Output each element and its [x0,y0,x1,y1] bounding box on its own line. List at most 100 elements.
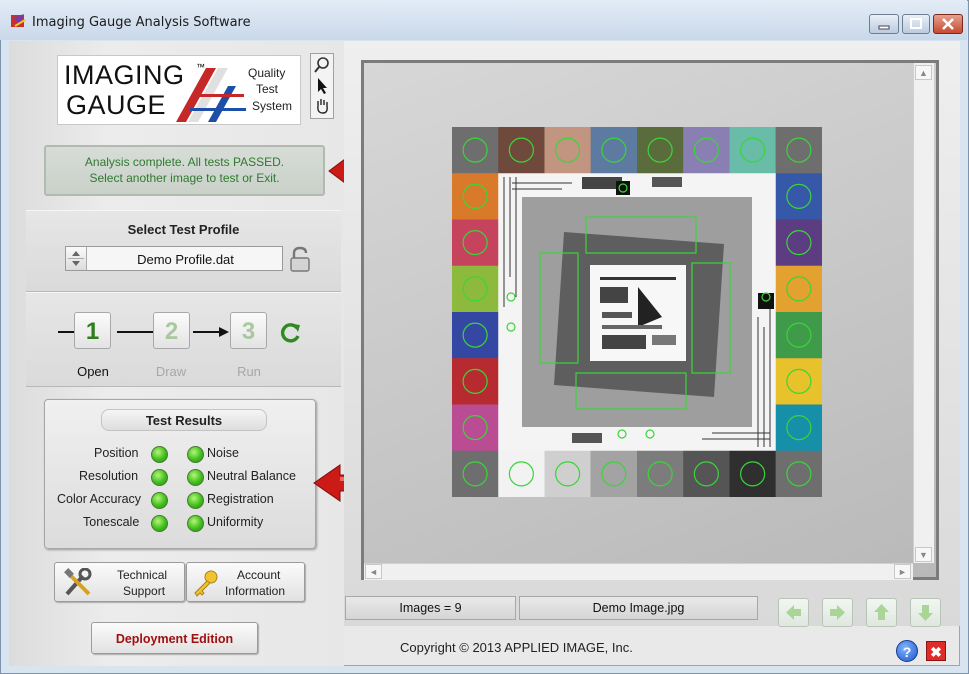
step-3-label: Run [237,364,261,379]
patch-top-2 [544,127,591,174]
move-up-button[interactable] [866,598,897,627]
patch-bottom-4 [637,450,684,497]
test-results-title: Test Results [101,409,267,431]
logo-stripes-icon [176,68,246,122]
scroll-up-button[interactable]: ▲ [915,65,932,80]
select-test-profile-title: Select Test Profile [127,222,240,237]
spinner-arrows-icon [68,251,84,266]
tool-strip [310,53,334,119]
patch-right-0 [775,173,822,220]
patch-bottom-3 [590,450,637,497]
result-registration-label: Registration [207,492,274,506]
close-button[interactable] [933,14,963,34]
logo-text-gauge: GAUGE [66,90,167,120]
tech-support-line2: Support [123,584,166,598]
tech-support-line1: Technical [117,568,168,582]
result-resolution-label: Resolution [79,469,139,483]
refresh-icon[interactable] [280,322,302,344]
exit-button[interactable]: ✖ [926,641,946,661]
image-count: Images = 9 [345,596,516,620]
step-1-label: Open [77,364,109,379]
patch-bottom-0 [452,450,499,497]
technical-support-button[interactable]: Technical Support [54,562,185,602]
scroll-right-button[interactable]: ► [894,564,911,579]
patch-top-5 [683,127,730,174]
horizontal-scrollbar[interactable]: ◄ ► [364,563,913,580]
result-uniformity-label: Uniformity [207,515,264,529]
vertical-scrollbar[interactable]: ▲ ▼ [913,63,934,563]
result-color-accuracy-label: Color Accuracy [57,492,142,506]
status-line-1: Analysis complete. All tests PASSED. [84,155,285,169]
minimize-button[interactable] [869,14,899,34]
account-line1: Account [237,568,281,582]
patch-right-3 [775,312,822,359]
arrow-down-icon [918,605,933,621]
minimize-icon [878,25,890,30]
status-line-2: Select another image to test or Exit. [89,171,280,185]
patch-left-4 [452,358,499,405]
previous-image-button[interactable] [778,598,809,627]
step-3-run-button[interactable]: 3 [230,312,267,349]
result-resolution-led [151,469,168,486]
patch-right-1 [775,219,822,266]
result-uniformity-led [187,515,204,532]
profile-selector[interactable]: Demo Profile.dat [65,246,283,271]
patch-right-4 [775,358,822,405]
magnifier-icon[interactable] [314,56,330,74]
arrow-right-icon [830,605,845,620]
patch-bottom-2 [544,450,591,497]
key-icon [194,570,218,597]
patch-left-5 [452,404,499,451]
patch-top-0 [452,127,499,174]
app-logo-icon [11,14,26,27]
hand-icon[interactable] [314,97,330,115]
patch-left-0 [452,173,499,220]
analysis-status-message: Analysis complete. All tests PASSED. Sel… [44,145,325,196]
patch-top-6 [729,127,776,174]
lock-icon[interactable] [289,246,311,274]
patch-top-4 [637,127,684,174]
patch-left-1 [452,219,499,266]
profile-value: Demo Profile.dat [137,252,234,267]
logo-tag-test: Test [256,82,279,96]
patch-right-2 [775,265,822,312]
step-2-label: Draw [155,364,187,379]
imaging-gauge-logo: IMAGING ™ GAUGE Quality Test System [57,55,301,125]
title-bar: Imaging Gauge Analysis Software [0,0,967,40]
result-position-led [151,446,168,463]
patch-top-1 [498,127,545,174]
result-tonescale-led [151,515,168,532]
patch-left-3 [452,312,499,359]
scroll-down-button[interactable]: ▼ [915,547,932,562]
result-registration-led [187,492,204,509]
patch-top-7 [775,127,822,174]
help-button[interactable]: ? [896,640,918,662]
profile-spinner[interactable] [66,247,87,270]
result-neutral-balance-label: Neutral Balance [207,469,296,483]
next-image-button[interactable] [822,598,853,627]
result-neutral-balance-led [187,469,204,486]
scroll-left-button[interactable]: ◄ [365,564,382,579]
deployment-edition-button[interactable]: Deployment Edition [91,622,258,654]
pointer-icon[interactable] [315,77,329,95]
step-2-draw-button[interactable]: 2 [153,312,190,349]
patch-bottom-1 [498,450,545,497]
maximize-button[interactable] [902,14,930,34]
patch-bottom-7 [775,450,822,497]
patch-bottom-6 [729,450,776,497]
move-down-button[interactable] [910,598,941,627]
result-color-accuracy-led [151,492,168,509]
account-information-button[interactable]: Account Information [186,562,305,602]
logo-tag-system: System [252,99,293,113]
maximize-icon [910,18,922,29]
arrow-up-icon [874,604,889,620]
arrow-left-icon [786,605,801,620]
patch-bottom-5 [683,450,730,497]
window-title: Imaging Gauge Analysis Software [32,15,251,30]
test-target-image [452,127,822,497]
result-tonescale-label: Tonescale [83,515,140,529]
logo-tag-quality: Quality [248,66,286,80]
copyright-notice: Copyright © 2013 APPLIED IMAGE, Inc. [400,640,633,655]
close-icon [942,18,954,30]
step-1-open-button[interactable]: 1 [74,312,111,349]
